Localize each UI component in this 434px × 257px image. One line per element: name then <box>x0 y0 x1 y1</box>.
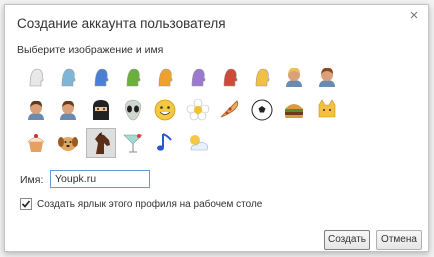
avatar-sun-cloud-icon[interactable] <box>183 128 213 158</box>
name-label: Имя: <box>20 174 44 186</box>
avatar-burger-icon[interactable] <box>279 95 309 125</box>
avatar-cat-icon[interactable] <box>312 95 342 125</box>
avatar-smiley-glyph <box>154 99 176 121</box>
avatar-dark-man-icon[interactable] <box>53 95 83 125</box>
avatar-sun-cloud-glyph <box>189 135 208 151</box>
avatar-cupcake-glyph <box>27 134 45 152</box>
avatar-orange-head-glyph <box>158 68 173 87</box>
avatar-ninja-icon[interactable] <box>86 95 116 125</box>
avatar-cyan-head-icon[interactable] <box>53 62 83 92</box>
avatar-horse-icon[interactable] <box>85 128 116 158</box>
dialog-title: Создание аккаунта пользователя <box>17 16 226 31</box>
create-button[interactable]: Создать <box>324 230 370 250</box>
avatar-hero-man-glyph <box>318 67 335 87</box>
avatar-cat-glyph <box>318 99 335 118</box>
avatar-blue-head-glyph <box>94 68 108 87</box>
avatar-smiley-icon[interactable] <box>150 95 180 125</box>
avatar-ninja-glyph <box>92 100 109 120</box>
avatar-alien-glyph <box>124 99 141 121</box>
avatar-cocktail-icon[interactable] <box>118 128 148 158</box>
avatar-green-head-icon[interactable] <box>118 62 148 92</box>
avatar-cocktail-glyph <box>123 134 143 153</box>
avatar-sunglasses-woman-icon[interactable] <box>21 95 51 125</box>
avatar-cupcake-icon[interactable] <box>21 128 51 158</box>
avatar-burger-glyph <box>285 104 304 118</box>
create-profile-dialog: Создание аккаунта пользователя × Выберит… <box>4 4 429 252</box>
avatar-music-note-glyph <box>157 133 172 151</box>
cancel-button[interactable]: Отмена <box>376 230 422 250</box>
avatar-blue-head-icon[interactable] <box>86 62 116 92</box>
avatar-flower-glyph <box>186 98 209 121</box>
avatar-yellow-head-icon[interactable] <box>247 62 277 92</box>
avatar-soccer-ball-icon[interactable] <box>247 95 277 125</box>
name-input[interactable] <box>50 170 150 188</box>
checkmark-icon <box>21 200 31 208</box>
choose-avatar-label: Выберите изображение и имя <box>17 44 164 56</box>
avatar-white-head-glyph <box>29 68 44 87</box>
avatar-white-head-icon[interactable] <box>21 62 51 92</box>
avatar-pizza-icon[interactable] <box>215 95 245 125</box>
avatar-sunglasses-woman-glyph <box>28 100 44 120</box>
avatar-orange-head-icon[interactable] <box>150 62 180 92</box>
avatar-green-head-glyph <box>126 68 141 87</box>
avatar-red-head-glyph <box>223 68 238 87</box>
avatar-yellow-head-glyph <box>255 68 270 87</box>
avatar-alien-icon[interactable] <box>118 95 148 125</box>
avatar-horse-glyph <box>94 132 110 154</box>
avatar-cyan-head-glyph <box>61 68 76 87</box>
avatar-dark-man-glyph <box>60 100 77 120</box>
avatar-pizza-glyph <box>220 100 238 118</box>
avatar-purple-head-icon[interactable] <box>183 62 213 92</box>
avatar-purple-head-glyph <box>191 68 205 87</box>
avatar-dog-icon[interactable] <box>53 128 83 158</box>
avatar-blonde-woman-icon[interactable] <box>279 62 309 92</box>
shortcut-label: Создать ярлык этого профиля на рабочем с… <box>37 198 263 210</box>
avatar-red-head-icon[interactable] <box>215 62 245 92</box>
avatar-hero-man-icon[interactable] <box>312 62 342 92</box>
avatar-blonde-woman-glyph <box>286 67 303 87</box>
avatar-flower-icon[interactable] <box>183 95 213 125</box>
shortcut-row: Создать ярлык этого профиля на рабочем с… <box>20 198 262 210</box>
shortcut-checkbox[interactable] <box>20 198 32 210</box>
close-icon[interactable]: × <box>407 8 421 23</box>
avatar-dog-glyph <box>58 137 79 151</box>
avatar-music-note-icon[interactable] <box>150 128 180 158</box>
avatar-soccer-ball-glyph <box>251 99 273 121</box>
